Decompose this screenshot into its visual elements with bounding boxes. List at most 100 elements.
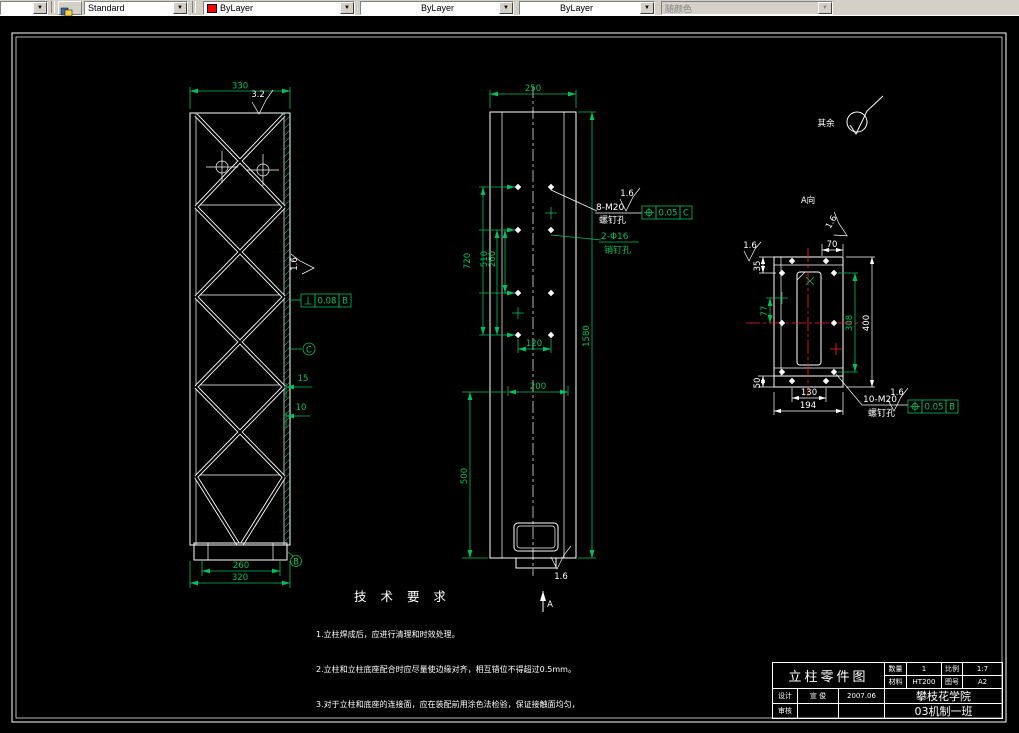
datum-c: C <box>291 342 316 356</box>
front-view: 330 260 320 15 10 C B 0.08 B 3.2 1.6 <box>189 82 352 588</box>
perpendicularity-icon <box>304 296 312 305</box>
finish-1-6: 1.6 <box>743 241 757 251</box>
lattice-struts <box>194 113 286 546</box>
tech-line: 1.立柱焊成后，应进行清理和时效处理。 <box>316 630 460 640</box>
tolerance-frame-perpendicularity: 0.08 B <box>290 293 352 308</box>
tolerance-frame-position: 0.05 B <box>907 399 959 414</box>
tech-title: 技 术 要 求 <box>354 589 451 604</box>
chevron-down-icon[interactable]: ▼ <box>499 2 513 14</box>
dim-70: 70 <box>827 240 838 250</box>
linetype-combo[interactable]: ByLayer ▼ <box>360 1 514 15</box>
finish-1-6: 1.6 <box>824 214 839 231</box>
toolbar-separator <box>51 1 55 13</box>
partial-combo[interactable]: ▼ <box>0 1 48 15</box>
designer-name: 宣 俊 <box>797 688 839 704</box>
dim-1580: 1580 <box>582 325 592 347</box>
bottom-slot <box>513 522 559 552</box>
view-title: A向 <box>801 195 815 206</box>
dim-500: 500 <box>460 468 470 484</box>
pin-hole-mark <box>766 292 788 304</box>
dim-10: 10 <box>296 403 307 413</box>
datum-b-label: B <box>293 558 299 568</box>
layers-icon <box>60 7 73 17</box>
a-view: A向 70 35 77 50 130 194 308 400 10-M20 螺钉… <box>743 195 959 419</box>
check-name <box>797 703 839 719</box>
leader-2-phi16: 2-Φ16 <box>601 232 629 242</box>
sheet-value: A2 <box>962 675 1003 689</box>
material-label: 材料 <box>884 675 907 689</box>
color-value: ByLayer <box>220 3 254 13</box>
plotstyle-combo: 随颜色 ▼ <box>661 1 833 15</box>
text-style-value: Standard <box>88 3 125 13</box>
qty-value: 1 <box>906 662 942 676</box>
tolerance-datum: B <box>949 403 955 413</box>
dim-320: 320 <box>232 573 248 583</box>
pin-hole-mark <box>830 343 842 355</box>
chevron-down-icon[interactable]: ▼ <box>640 2 654 14</box>
surface-note-label: 其余 <box>817 118 835 129</box>
chevron-down-icon: ▼ <box>818 2 832 14</box>
class-name: 03机制一班 <box>884 703 1003 719</box>
position-tolerance-icon <box>644 207 654 218</box>
chamfer-mark <box>805 276 815 286</box>
lineweight-combo[interactable]: ByLayer ▼ <box>519 1 655 15</box>
design-label: 设计 <box>772 688 798 704</box>
roughness-check-icon: 1.6 <box>824 212 848 237</box>
chevron-down-icon[interactable]: ▼ <box>340 2 354 14</box>
dim-330: 330 <box>232 82 248 92</box>
color-combo[interactable]: ByLayer ▼ <box>203 1 355 15</box>
pin-hole-marks <box>512 207 557 319</box>
title-block: 立柱零件图 数量 1 比例 1:7 材料 HT200 图号 A2 设计 宣 俊 … <box>772 662 1003 719</box>
dim-400: 400 <box>862 315 872 331</box>
finish-1-6: 1.6 <box>620 189 634 199</box>
position-tolerance-icon <box>910 401 920 412</box>
tolerance-datum: B <box>342 297 348 307</box>
cad-application-window: { "toolbar": { "partial_combo_value": ""… <box>0 0 1019 733</box>
datum-c-label: C <box>306 346 312 356</box>
leader-2-phi16-sub: 销钉孔 <box>604 244 631 256</box>
toolbar-separator <box>192 1 196 13</box>
dim-120: 120 <box>526 339 542 349</box>
check-label: 审核 <box>772 703 798 719</box>
dim-260: 260 <box>488 251 498 267</box>
tolerance-value: 0.08 <box>318 297 337 307</box>
scale-label: 比例 <box>941 662 963 676</box>
chevron-down-icon[interactable]: ▼ <box>173 2 187 14</box>
chevron-down-icon[interactable]: ▼ <box>33 2 47 14</box>
dim-194: 194 <box>800 401 816 411</box>
red-color-swatch <box>207 3 217 13</box>
default-roughness-note: 其余 <box>817 95 884 136</box>
finish-3-2: 3.2 <box>251 90 265 100</box>
scale-value: 1:7 <box>962 662 1003 676</box>
dim-260: 260 <box>233 561 249 571</box>
dim-308: 308 <box>845 315 855 331</box>
layer-manager-icon[interactable] <box>58 1 82 17</box>
dim-50: 50 <box>753 378 763 389</box>
design-date: 2007.06 <box>838 688 885 704</box>
tech-lines: 1.立柱焊成后，应进行清理和时效处理。 2.立柱和立柱底座配合时应尽量使边缘对齐… <box>316 606 580 733</box>
sheet-label: 图号 <box>941 675 963 689</box>
tolerance-datum: C <box>683 209 689 219</box>
organization: 攀枝花学院 <box>884 688 1003 704</box>
material-value: HT200 <box>906 675 942 689</box>
plotstyle-value: 随颜色 <box>665 3 693 14</box>
dim-35: 35 <box>753 261 763 272</box>
dim-720: 720 <box>463 253 473 269</box>
roughness-circle-icon <box>846 111 868 133</box>
dim-77: 77 <box>760 306 770 317</box>
text-style-combo[interactable]: Standard ▼ <box>84 1 188 15</box>
side-view: 250 720 510 260 120 200 500 1580 8-M20 螺… <box>460 84 693 612</box>
tech-line: 2.立柱和立柱底座配合时应尽量使边缘对齐，相互错位不得超过0.5mm。 <box>316 664 576 674</box>
leader-10-m20-sub: 螺钉孔 <box>868 408 895 419</box>
dim-15: 15 <box>298 374 309 384</box>
roughness-check-icon <box>849 95 884 136</box>
dim-200: 200 <box>530 382 546 392</box>
tech-line: 3.对于立柱和底座的连接面，应在装配前用涂色法检验，保证接触面均匀， <box>316 699 580 709</box>
qty-label: 数量 <box>884 662 907 676</box>
finish-1-6: 1.6 <box>890 388 904 398</box>
datum-b: B <box>286 550 302 568</box>
drawing-title: 立柱零件图 <box>772 662 885 689</box>
roughness-check-icon: 1.6 <box>290 253 315 275</box>
lineweight-value: ByLayer <box>560 3 594 13</box>
finish-1-6: 1.6 <box>554 572 568 582</box>
